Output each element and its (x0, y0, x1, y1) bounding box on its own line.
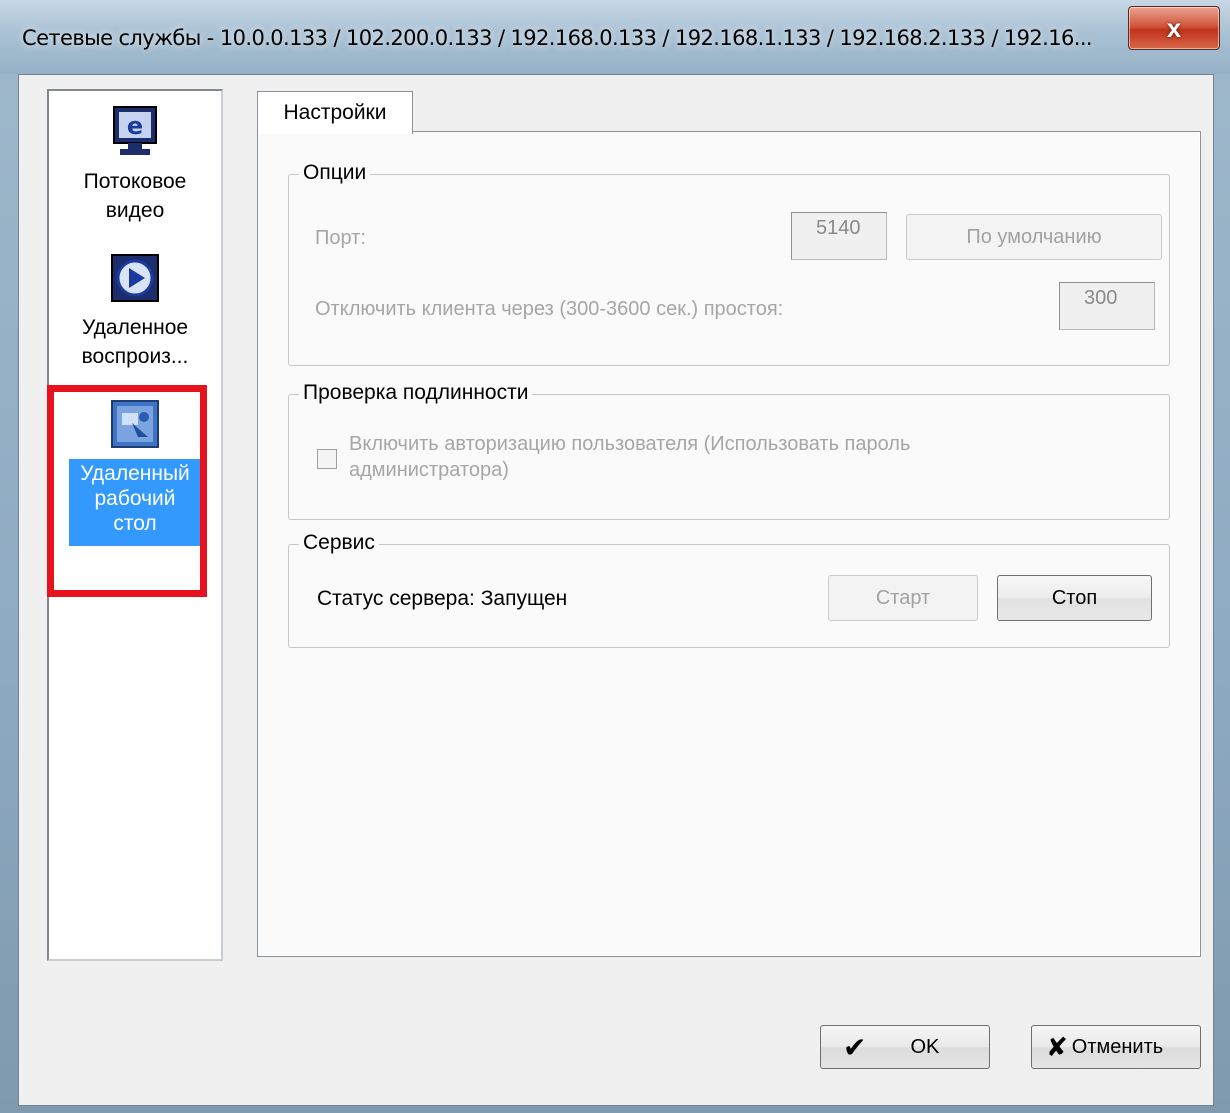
service-group-title: Сервис (299, 531, 379, 555)
idle-timeout-label: Отключить клиента через (300-3600 сек.) … (315, 298, 784, 320)
close-button[interactable]: x (1128, 6, 1220, 50)
sidebar-item-label: Удаленное воспроиз... (81, 316, 189, 368)
auth-group: Проверка подлинности Включить авторизаци… (288, 381, 1170, 520)
settings-panel: Опции Порт: 5140 По умолчанию Отключить … (257, 131, 1201, 957)
port-label: Порт: (315, 227, 366, 249)
title-bar: Сетевые службы - 10.0.0.133 / 102.200.0.… (0, 0, 1230, 74)
sidebar-item-remote-playback[interactable]: Удаленное воспроиз... (49, 251, 221, 371)
checkmark-icon: ✔ (843, 1031, 867, 1063)
cancel-button[interactable]: ✘ Отменить (1031, 1025, 1201, 1069)
tab-settings[interactable]: Настройки (257, 91, 413, 134)
options-group-title: Опции (299, 161, 371, 185)
ok-button[interactable]: ✔ OK (820, 1025, 990, 1069)
user-auth-label-line1: Включить авторизацию пользователя (Испол… (349, 433, 911, 455)
default-button[interactable]: По умолчанию (906, 214, 1162, 260)
auth-group-title: Проверка подлинности (299, 381, 533, 405)
svg-text:e: e (127, 112, 143, 140)
monitor-e-icon: e (113, 106, 157, 155)
service-group: Сервис Статус сервера: Запущен Старт Сто… (288, 531, 1170, 648)
options-group: Опции Порт: 5140 По умолчанию Отключить … (288, 161, 1170, 366)
close-icon: x (1166, 12, 1182, 43)
cross-icon: ✘ (1046, 1031, 1068, 1062)
dialog-client-area: e Потоковое видео Удаленное воспроиз... … (18, 74, 1214, 1106)
user-auth-label-line2: администратора) (349, 459, 509, 481)
dialog-window: Сетевые службы - 10.0.0.133 / 102.200.0.… (0, 0, 1230, 1113)
server-status: Статус сервера: Запущен (317, 587, 568, 610)
port-input[interactable]: 5140 (791, 212, 887, 260)
cancel-label: Отменить (1071, 1035, 1164, 1058)
play-icon (111, 254, 159, 302)
stop-button[interactable]: Стоп (997, 575, 1152, 621)
selection-highlight-annotation (47, 385, 207, 597)
ok-label: OK (910, 1035, 940, 1058)
user-auth-checkbox[interactable] (317, 449, 337, 469)
window-title: Сетевые службы - 10.0.0.133 / 102.200.0.… (22, 26, 1093, 50)
sidebar-item-streaming-video[interactable]: e Потоковое видео (49, 105, 221, 225)
idle-timeout-input[interactable]: 300 (1059, 282, 1155, 330)
sidebar-item-label: Потоковое видео (83, 170, 187, 222)
start-button[interactable]: Старт (828, 575, 978, 621)
